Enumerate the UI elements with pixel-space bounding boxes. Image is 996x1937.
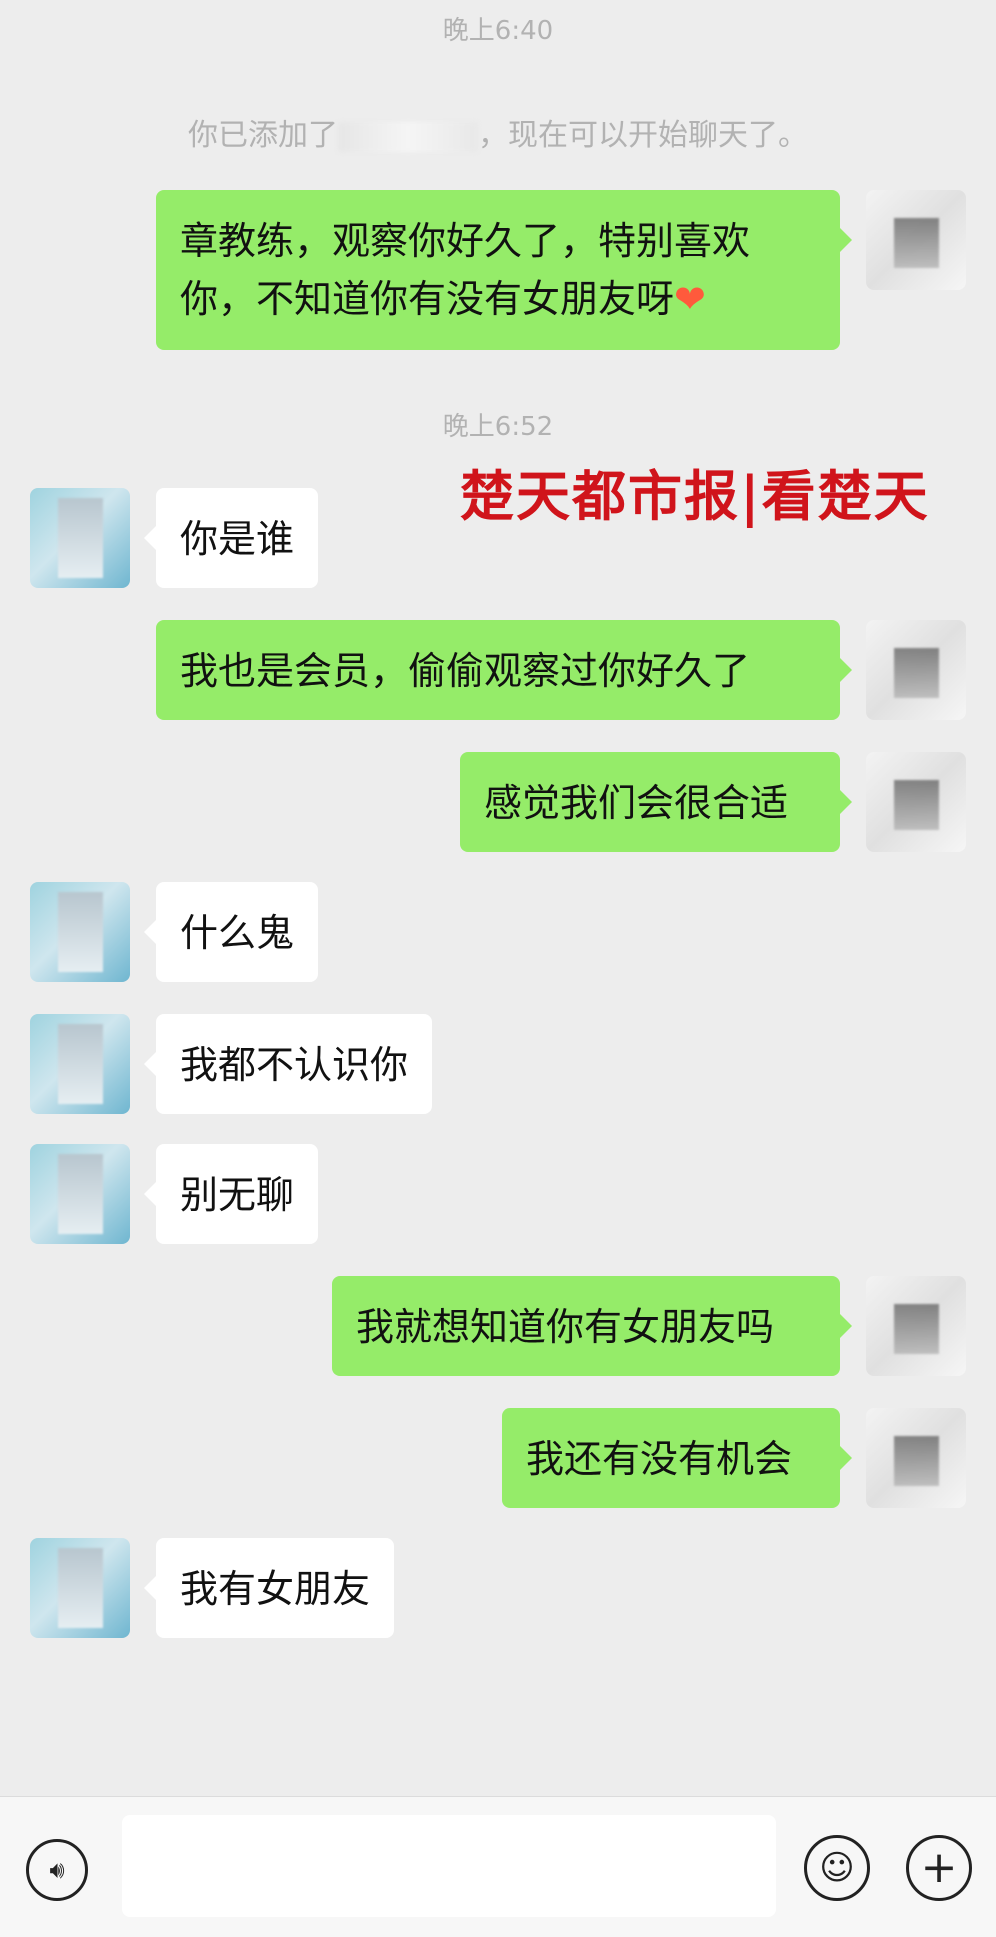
message-bubble-sent[interactable]: 感觉我们会很合适 [460, 752, 852, 852]
avatar-contact[interactable] [30, 488, 130, 588]
avatar-self[interactable] [866, 620, 966, 720]
message-text: 我还有没有机会 [526, 1437, 793, 1481]
timestamp: 晚上6:52 [442, 412, 554, 442]
message-text: 别无聊 [180, 1173, 295, 1217]
plus-icon[interactable]: + [906, 1835, 972, 1901]
timestamp: 晚上6:40 [442, 16, 554, 46]
message-text: 章教练，观察你好久了，特别喜欢你，不知道你有没有女朋友呀 [180, 219, 751, 321]
system-message: 你已添加了 ，现在可以开始聊天了。 [0, 110, 996, 154]
message-text: 我有女朋友 [180, 1567, 371, 1611]
message-bubble-received[interactable]: 我有女朋友 [143, 1538, 395, 1638]
message-text: 你是谁 [180, 517, 295, 561]
heart-emoji: ❤ [674, 277, 706, 321]
watermark: 楚天都市报|看楚天 [460, 464, 930, 528]
voice-icon[interactable]: 🔊︎ [26, 1839, 88, 1901]
avatar-self[interactable] [866, 1408, 966, 1508]
blurred-contact-name [338, 121, 478, 152]
avatar-contact[interactable] [30, 1014, 130, 1114]
message-bubble-received[interactable]: 什么鬼 [143, 882, 319, 982]
message-text: 感觉我们会很合适 [484, 781, 789, 825]
message-text: 我都不认识你 [180, 1043, 409, 1087]
system-message-suffix: ，现在可以开始聊天了。 [478, 118, 808, 153]
chat-input-bar: 🔊︎ ☺ + [0, 1796, 996, 1937]
system-message-prefix: 你已添加了 [188, 118, 338, 153]
message-text: 我也是会员，偷偷观察过你好久了 [180, 649, 751, 693]
avatar-contact[interactable] [30, 882, 130, 982]
message-bubble-received[interactable]: 你是谁 [143, 488, 319, 588]
message-text: 什么鬼 [180, 911, 295, 955]
message-bubble-sent[interactable]: 我也是会员，偷偷观察过你好久了 [156, 620, 852, 720]
avatar-contact[interactable] [30, 1144, 130, 1244]
message-bubble-sent[interactable]: 我还有没有机会 [502, 1408, 852, 1508]
emoji-icon[interactable]: ☺ [804, 1835, 870, 1901]
avatar-self[interactable] [866, 1276, 966, 1376]
message-bubble-received[interactable]: 别无聊 [143, 1144, 319, 1244]
avatar-self[interactable] [866, 752, 966, 852]
message-text: 我就想知道你有女朋友吗 [356, 1305, 775, 1349]
message-input[interactable] [122, 1815, 776, 1917]
avatar-self[interactable] [866, 190, 966, 290]
message-bubble-sent[interactable]: 章教练，观察你好久了，特别喜欢你，不知道你有没有女朋友呀❤ [156, 190, 852, 350]
avatar-contact[interactable] [30, 1538, 130, 1638]
message-bubble-sent[interactable]: 我就想知道你有女朋友吗 [332, 1276, 852, 1376]
message-bubble-received[interactable]: 我都不认识你 [143, 1014, 433, 1114]
